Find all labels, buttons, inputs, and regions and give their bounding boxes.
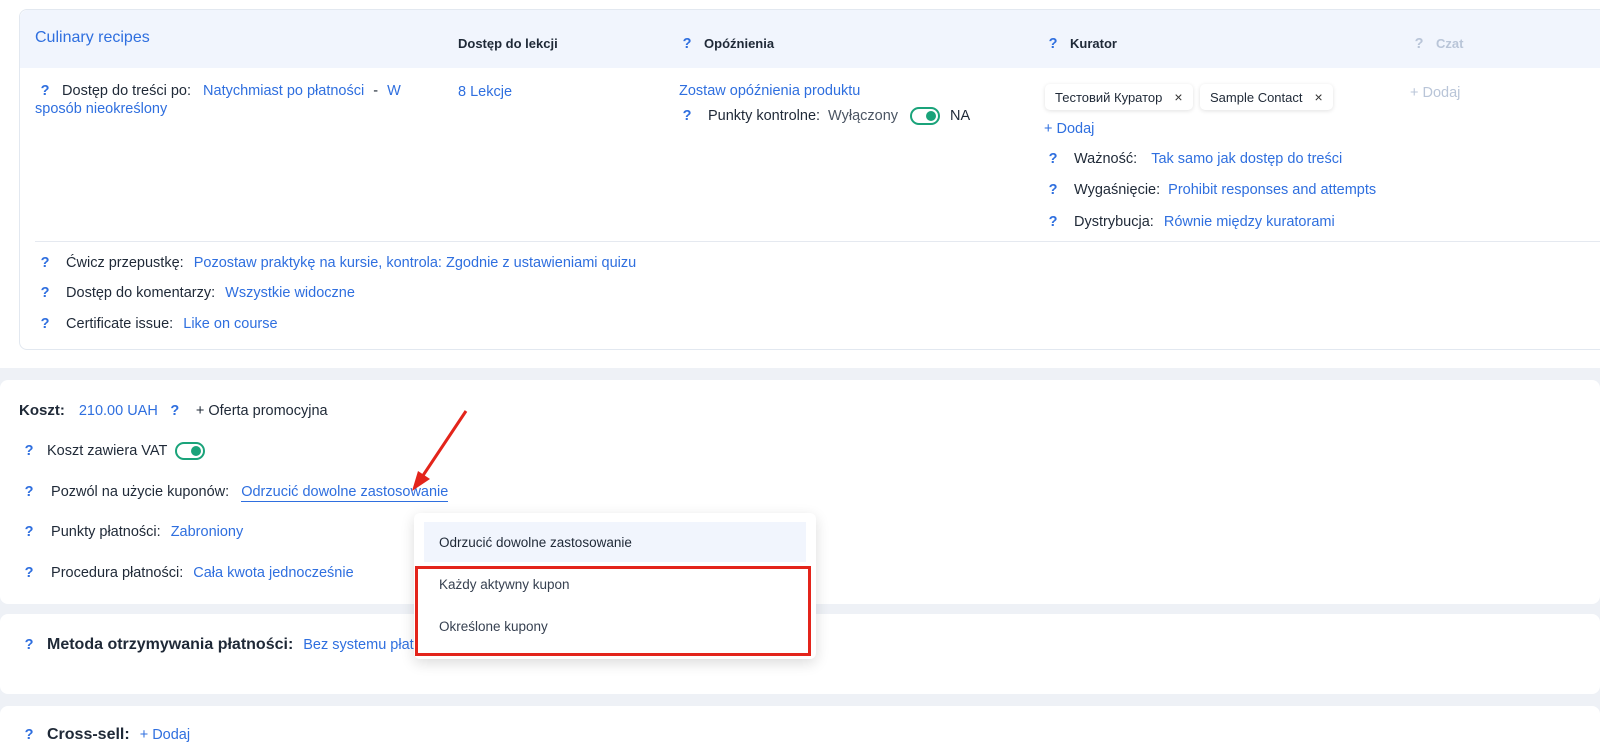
- coupons-select[interactable]: Odrzucić dowolne zastosowanie: [241, 484, 449, 502]
- annotation-highlight-box: [415, 566, 811, 656]
- card-divider: [35, 241, 1600, 242]
- help-icon[interactable]: ?: [1046, 36, 1060, 52]
- access-duration-link[interactable]: W: [387, 83, 401, 99]
- comments-link[interactable]: Wszystkie widoczne: [225, 285, 355, 301]
- cost-label: Koszt:: [19, 402, 65, 419]
- help-icon[interactable]: ?: [22, 484, 36, 500]
- expiry-link[interactable]: Prohibit responses and attempts: [1168, 182, 1376, 198]
- help-icon[interactable]: ?: [38, 255, 52, 271]
- expiry-label: Wygaśnięcie:: [1074, 182, 1161, 198]
- chat-add-link[interactable]: + Dodaj: [1410, 85, 1460, 101]
- curator-name: Sample Contact: [1210, 89, 1303, 105]
- cross-sell-add-link[interactable]: + Dodaj: [140, 727, 190, 743]
- payment-points-link[interactable]: Zabroniony: [171, 524, 244, 540]
- comments-label: Dostęp do komentarzy:: [66, 285, 216, 301]
- access-duration-link-continued[interactable]: sposób nieokreślony: [35, 101, 167, 117]
- help-icon[interactable]: ?: [22, 443, 36, 459]
- help-icon[interactable]: ?: [1046, 182, 1060, 198]
- coupons-label: Pozwól na użycie kuponów:: [51, 484, 230, 500]
- help-icon[interactable]: ?: [22, 727, 36, 743]
- practice-link[interactable]: Pozostaw praktykę na kursie, kontrola: Z…: [194, 255, 636, 271]
- payment-method-link[interactable]: Bez systemu płatn: [303, 637, 421, 653]
- help-icon[interactable]: ?: [38, 285, 52, 301]
- vat-toggle[interactable]: [175, 442, 206, 460]
- checkpoints-na-label: NA: [950, 108, 971, 124]
- remove-curator-icon[interactable]: ×: [1315, 89, 1323, 105]
- curator-tag: Тестовий Куратор ×: [1045, 84, 1193, 110]
- column-header-delays: Opóźnienia: [704, 36, 775, 51]
- distribution-link[interactable]: Równie między kuratorami: [1164, 214, 1335, 230]
- help-icon[interactable]: ?: [38, 316, 52, 332]
- distribution-label: Dystrybucja:: [1074, 214, 1154, 230]
- help-icon[interactable]: ?: [1046, 151, 1060, 167]
- practice-label: Ćwicz przepustkę:: [66, 255, 184, 271]
- access-separator: -: [373, 83, 379, 99]
- product-card: Culinary recipes Dostęp do lekcji ? Opóź…: [19, 9, 1600, 350]
- payment-procedure-label: Procedura płatności:: [51, 565, 184, 581]
- curator-name: Тестовий Куратор: [1055, 89, 1163, 105]
- column-header-access: Dostęp do lekcji: [458, 36, 558, 51]
- remove-curator-icon[interactable]: ×: [1174, 89, 1182, 105]
- access-after-label: Dostęp do treści po:: [62, 83, 191, 99]
- column-header-chat: Czat: [1436, 36, 1464, 51]
- curator-add-link[interactable]: + Dodaj: [1044, 121, 1094, 137]
- help-icon[interactable]: ?: [1412, 36, 1426, 52]
- checkpoints-toggle[interactable]: [910, 107, 941, 125]
- help-icon[interactable]: ?: [680, 108, 694, 124]
- payment-points-label: Punkty płatności:: [51, 524, 161, 540]
- help-icon[interactable]: ?: [1046, 214, 1060, 230]
- promo-offer-link[interactable]: + Oferta promocyjna: [196, 403, 328, 419]
- help-icon[interactable]: ?: [168, 403, 182, 419]
- help-icon[interactable]: ?: [38, 83, 52, 99]
- payment-procedure-link[interactable]: Cała kwota jednocześnie: [193, 565, 353, 581]
- lessons-link[interactable]: 8 Lekcje: [458, 84, 512, 100]
- access-after-link[interactable]: Natychmiast po płatności: [203, 83, 364, 99]
- cross-sell-panel: ? Cross-sell: + Dodaj: [0, 706, 1600, 752]
- product-panel: Culinary recipes Dostęp do lekcji ? Opóź…: [0, 0, 1600, 368]
- certificate-link[interactable]: Like on course: [183, 316, 277, 332]
- help-icon[interactable]: ?: [22, 524, 36, 540]
- certificate-label: Certificate issue:: [66, 316, 174, 332]
- help-icon[interactable]: ?: [680, 36, 694, 52]
- vat-label: Koszt zawiera VAT: [47, 443, 168, 459]
- validity-label: Ważność:: [1074, 151, 1138, 167]
- column-header-curator: Kurator: [1070, 36, 1117, 51]
- payment-method-label: Metoda otrzymywania płatności:: [47, 636, 294, 653]
- cross-sell-label: Cross-sell:: [47, 726, 130, 743]
- delays-link[interactable]: Zostaw opóźnienia produktu: [679, 83, 860, 99]
- validity-link[interactable]: Tak samo jak dostęp do treści: [1151, 151, 1342, 167]
- dropdown-option-selected[interactable]: Odrzucić dowolne zastosowanie: [424, 522, 806, 562]
- checkpoints-label: Punkty kontrolne:: [708, 108, 821, 124]
- help-icon[interactable]: ?: [22, 637, 36, 653]
- product-card-header: [20, 10, 1600, 68]
- help-icon[interactable]: ?: [22, 565, 36, 581]
- checkpoints-off-label: Wyłączony: [828, 108, 899, 124]
- product-title[interactable]: Culinary recipes: [35, 29, 150, 47]
- cost-value-link[interactable]: 210.00 UAH: [79, 403, 158, 419]
- curator-tag: Sample Contact ×: [1200, 84, 1333, 110]
